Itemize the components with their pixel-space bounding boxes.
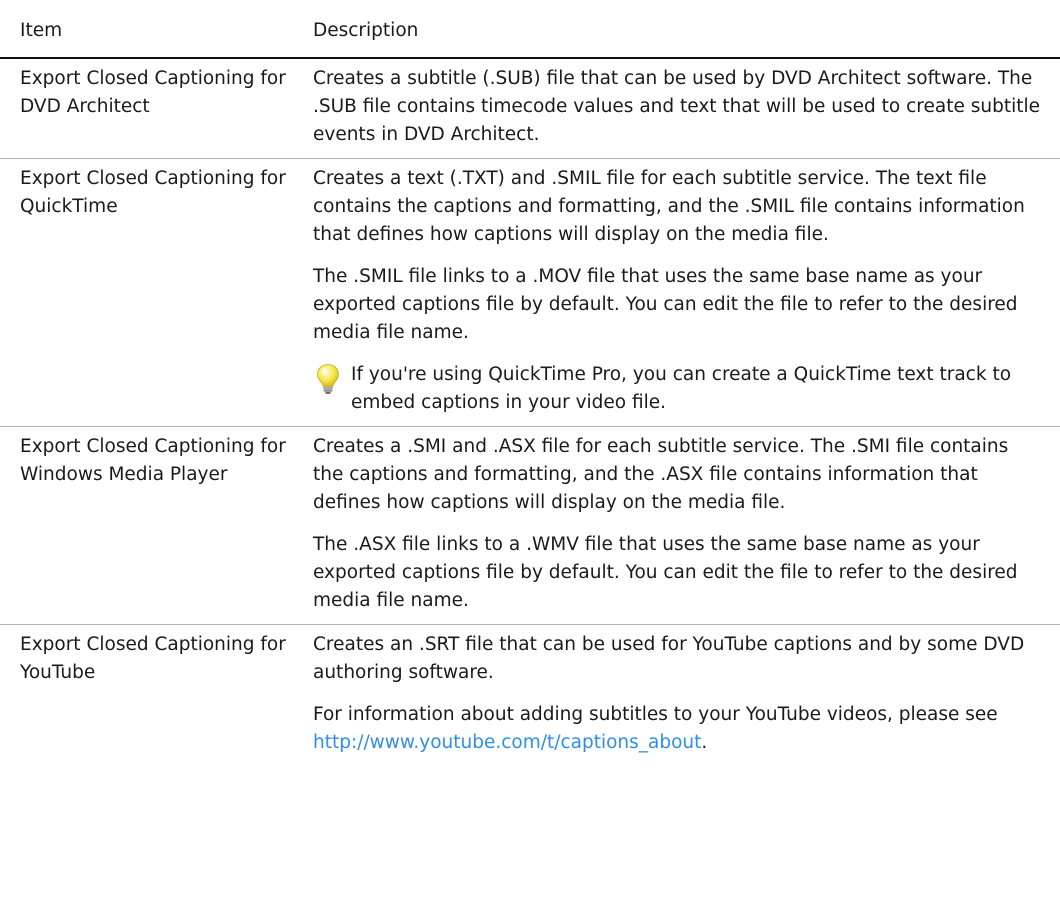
table-row: Export Closed Captioning for DVD Archite… — [0, 58, 1060, 159]
lightbulb-icon — [317, 364, 339, 394]
description-paragraph: Creates a .SMI and .ASX file for each su… — [313, 436, 1009, 513]
description-cell: Creates a .SMI and .ASX file for each su… — [303, 426, 1060, 625]
description-paragraph: The .ASX file links to a .WMV file that … — [313, 534, 1018, 611]
description-paragraph-with-link: For information about adding subtitles t… — [313, 701, 1040, 757]
table-row: Export Closed Captioning for QuickTime C… — [0, 158, 1060, 427]
description-paragraph: The .SMIL file links to a .MOV file that… — [313, 266, 1018, 343]
item-cell-quicktime: Export Closed Captioning for QuickTime — [0, 158, 303, 427]
tip-note: If you're using QuickTime Pro, you can c… — [313, 361, 1040, 417]
description-paragraph: Creates a subtitle (.SUB) file that can … — [313, 68, 1040, 145]
column-header-description: Description — [303, 0, 1060, 59]
item-cell-dvd-architect: Export Closed Captioning for DVD Archite… — [0, 58, 303, 159]
export-captions-table: Item Description Export Closed Captionin… — [0, 0, 1060, 766]
table-header-row: Item Description — [0, 0, 1060, 59]
table-row: Export Closed Captioning for YouTube Cre… — [0, 625, 1060, 767]
item-cell-youtube: Export Closed Captioning for YouTube — [20, 634, 286, 683]
item-cell-windows-media-player: Export Closed Captioning for Windows Med… — [0, 426, 303, 625]
link-lead-text: For information about adding subtitles t… — [313, 704, 998, 725]
youtube-captions-link[interactable]: http://www.youtube.com/t/captions_about — [313, 732, 701, 753]
tip-text: If you're using QuickTime Pro, you can c… — [351, 364, 1012, 413]
description-cell: Creates an .SRT file that can be used fo… — [303, 625, 1060, 767]
description-paragraph: Creates an .SRT file that can be used fo… — [313, 634, 1025, 683]
link-trailing-text: . — [701, 732, 708, 753]
column-header-item: Item — [0, 0, 303, 59]
description-cell: Creates a subtitle (.SUB) file that can … — [303, 58, 1060, 159]
description-cell: Creates a text (.TXT) and .SMIL file for… — [303, 158, 1060, 427]
table-row: Export Closed Captioning for Windows Med… — [0, 426, 1060, 625]
description-paragraph: Creates a text (.TXT) and .SMIL file for… — [313, 168, 1025, 245]
